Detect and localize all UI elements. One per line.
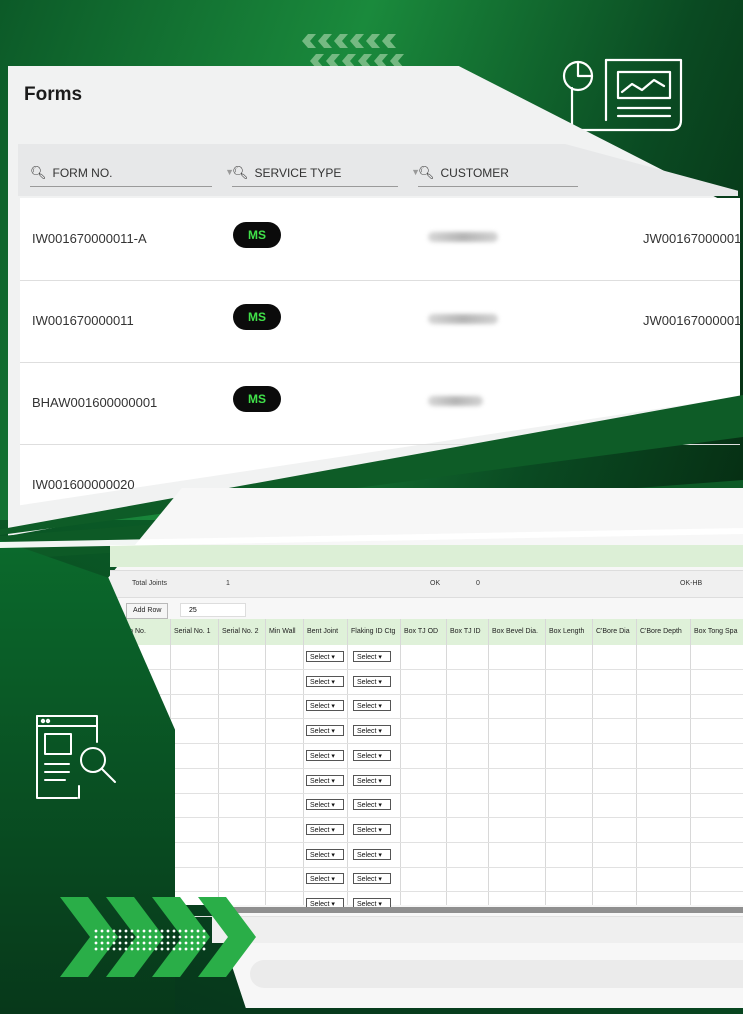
bent-joint-select[interactable]: Select ▾ — [306, 799, 344, 811]
grid-row-divider — [110, 767, 743, 769]
grid-column-header: Box Tong Spa — [694, 628, 738, 635]
total-joints-value: 1 — [226, 580, 230, 587]
form-no-cell[interactable]: BHAW001600000001 — [32, 395, 157, 410]
form-no-cell[interactable]: IW001670000011-A — [32, 231, 147, 246]
bent-joint-select[interactable]: Select ▾ — [306, 675, 344, 687]
flaking-id-select[interactable]: Select ▾ — [353, 823, 391, 835]
grid-column-divider — [446, 619, 447, 905]
filter-form-no[interactable]: 🔍︎ FORM NO. ▼ — [30, 160, 234, 187]
grid-column-divider — [347, 619, 348, 905]
grid-column-divider — [303, 619, 304, 905]
service-type-badge: MS — [233, 222, 281, 248]
form-no-cell[interactable]: IW001670000011 — [32, 313, 134, 328]
ok-value: 0 — [476, 580, 480, 587]
grid-row-divider — [110, 866, 743, 868]
grid-column-divider — [488, 619, 489, 905]
bent-joint-select[interactable]: Select ▾ — [306, 823, 344, 835]
grid-column-divider — [218, 619, 219, 905]
flaking-id-select[interactable]: Select ▾ — [353, 700, 391, 712]
grid-row-divider — [110, 841, 743, 843]
grid-column-header: Flaking ID Ctg — [351, 628, 396, 635]
grid-column-header: Serial No. 1 — [174, 628, 211, 635]
grid-column-header: Bent Joint — [307, 628, 339, 635]
job-no-cell: JW00167000001 — [643, 313, 742, 328]
service-type-badge: MS — [233, 304, 281, 330]
grid-row-divider — [110, 718, 743, 720]
bent-joint-select[interactable]: Select ▾ — [306, 700, 344, 712]
customer-cell-blurred — [428, 232, 498, 242]
grid-column-header: Serial No. 2 — [222, 628, 259, 635]
filter-customer[interactable]: 🔍︎ CUSTOMER — [418, 160, 578, 187]
total-joints-label: Total Joints — [132, 580, 168, 587]
filter-customer-label: CUSTOMER — [440, 166, 509, 180]
grid-column-divider — [265, 619, 266, 905]
grid-column-divider — [400, 619, 401, 905]
page-title: Forms — [24, 84, 83, 105]
grid-column-header: C'Bore Depth — [640, 628, 682, 635]
grid-row-divider — [110, 817, 743, 819]
bent-joint-select[interactable]: Select ▾ — [306, 848, 344, 860]
bent-joint-select[interactable]: Select ▾ — [306, 651, 344, 662]
grid-title-bar — [110, 545, 743, 567]
grid-column-header: C'Bore Dia — [596, 628, 630, 635]
grid-row-divider — [110, 669, 743, 670]
document-search-icon — [36, 715, 116, 799]
filter-form-no-label: FORM NO. — [52, 166, 113, 180]
grid-column-header: Box TJ ID — [450, 628, 481, 635]
customer-cell-blurred — [428, 396, 483, 406]
ok-hb-label: OK-HB — [680, 580, 703, 587]
search-icon: 🔍︎ — [30, 165, 47, 180]
add-row-button[interactable]: Add Row — [126, 603, 169, 619]
bent-joint-select[interactable]: Select ▾ — [306, 725, 344, 737]
grid-footer — [212, 917, 743, 943]
table-row[interactable]: IW001670000011 MS JW00167000001 — [20, 280, 742, 363]
grid-row-divider — [110, 743, 743, 745]
ok-label: OK — [430, 580, 441, 587]
grid-row-divider — [110, 891, 743, 893]
job-no-cell: JW00167000001 — [643, 231, 742, 246]
flaking-id-select[interactable]: Select ▾ — [353, 749, 391, 761]
service-type-badge: MS — [233, 386, 281, 412]
flaking-id-select[interactable]: Select ▾ — [353, 848, 391, 860]
flaking-id-select[interactable]: Select ▾ — [353, 774, 391, 786]
bent-joint-select[interactable]: Select ▾ — [306, 774, 344, 786]
grid-footer-bar — [250, 960, 743, 988]
filter-service-type[interactable]: 🔍︎ SERVICE TYPE ▼ — [232, 160, 420, 187]
table-row[interactable]: IW001670000011-A MS JW00167000001 — [20, 198, 742, 281]
flaking-id-select[interactable]: Select ▾ — [353, 725, 391, 737]
customer-cell-blurred — [428, 314, 498, 324]
grid-column-divider — [545, 619, 546, 905]
add-row-count-input[interactable]: 25 — [180, 603, 246, 617]
flaking-id-select[interactable]: Select ▾ — [353, 799, 391, 811]
grid-row-divider — [110, 792, 743, 794]
report-chart-icon — [562, 58, 683, 132]
grid-column-header: Min Wall — [269, 628, 296, 635]
horizontal-scrollbar[interactable] — [212, 907, 743, 913]
bent-joint-select[interactable]: Select ▾ — [306, 749, 344, 761]
flaking-id-select[interactable]: Select ▾ — [353, 873, 391, 885]
grid-column-header: Box Length — [549, 628, 585, 635]
flaking-id-select[interactable]: Select ▾ — [353, 675, 391, 687]
grid-column-divider — [636, 619, 637, 905]
grid-column-divider — [690, 619, 691, 905]
search-icon: 🔍︎ — [232, 165, 249, 180]
grid-row-divider — [110, 693, 743, 695]
grid-column-header: Box Bevel Dia. — [492, 628, 538, 635]
flaking-id-select[interactable]: Select ▾ — [353, 651, 391, 662]
grid-column-header: Box TJ OD — [404, 628, 439, 635]
filter-service-type-label: SERVICE TYPE — [254, 166, 342, 180]
totals-bar: Total Joints 1 OK 0 OK-HB — [110, 570, 743, 598]
bent-joint-select[interactable]: Select ▾ — [306, 873, 344, 885]
grid-column-divider — [592, 619, 593, 905]
search-icon: 🔍︎ — [418, 165, 435, 180]
dot-pattern — [93, 928, 208, 952]
form-no-cell[interactable]: IW001600000020 — [32, 477, 135, 492]
